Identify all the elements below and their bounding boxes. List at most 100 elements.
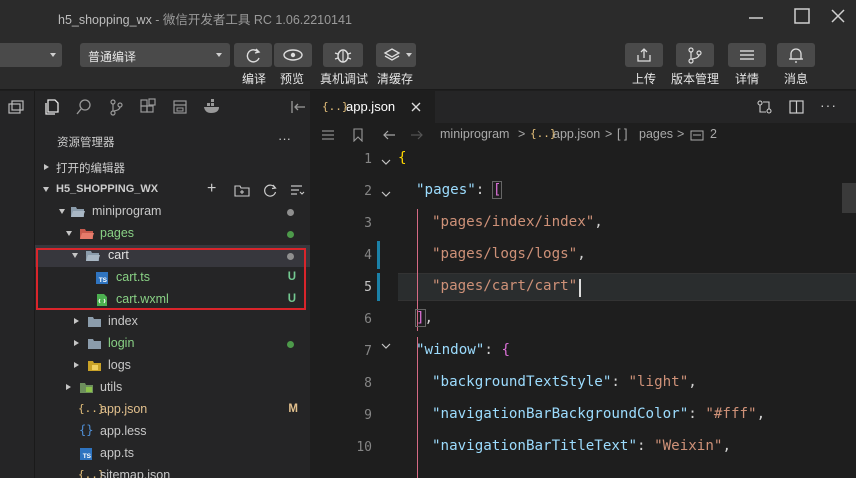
list-icon[interactable] bbox=[320, 128, 336, 142]
code-line-2[interactable]: "pages": [ bbox=[416, 181, 503, 199]
messages-label: 消息 bbox=[784, 72, 809, 86]
tab-app-json[interactable]: {..} app.json bbox=[310, 91, 435, 123]
tree-item-logs[interactable]: logs bbox=[35, 355, 310, 377]
messages-button[interactable] bbox=[777, 43, 815, 67]
collapse-all-icon[interactable] bbox=[289, 183, 305, 197]
tree-item-label: cart.ts bbox=[116, 270, 151, 284]
text-cursor bbox=[579, 279, 581, 297]
tree-item-login[interactable]: login bbox=[35, 333, 310, 355]
details-button[interactable] bbox=[728, 43, 766, 67]
minimize-button[interactable] bbox=[744, 6, 768, 28]
activity-icons bbox=[35, 91, 310, 123]
tree-item-app-json[interactable]: {..} app.json M bbox=[35, 399, 310, 421]
tree-item-miniprogram[interactable]: miniprogram bbox=[35, 201, 310, 223]
outline-icon[interactable] bbox=[171, 98, 189, 116]
more-actions-icon[interactable]: ··· bbox=[820, 97, 837, 113]
extensions-icon[interactable] bbox=[139, 98, 157, 116]
refresh-icon[interactable] bbox=[262, 182, 278, 198]
new-file-button[interactable]: + bbox=[207, 180, 216, 198]
line-number: 9 bbox=[364, 408, 372, 423]
arrow-left-icon[interactable] bbox=[382, 129, 396, 141]
window-icon[interactable] bbox=[6, 99, 26, 117]
fold-chevron-icon[interactable] bbox=[380, 341, 392, 351]
code-line-5[interactable]: "pages/cart/cart" bbox=[432, 278, 577, 294]
breadcrumb-separator: > bbox=[677, 127, 685, 141]
clear-cache-button[interactable] bbox=[376, 43, 416, 67]
version-button[interactable] bbox=[676, 43, 714, 67]
split-editor-icon[interactable] bbox=[788, 99, 806, 115]
open-editors-label: 打开的编辑器 bbox=[56, 163, 125, 175]
maximize-button[interactable] bbox=[790, 6, 814, 28]
close-window-button[interactable] bbox=[826, 6, 850, 28]
tree-item-cart-wxml[interactable]: cart.wxml U bbox=[35, 289, 310, 311]
project-section[interactable]: H5_SHOPPING_WX + bbox=[35, 179, 310, 201]
files-icon[interactable] bbox=[43, 98, 61, 116]
preview-button[interactable] bbox=[274, 43, 312, 67]
compare-changes-icon[interactable] bbox=[756, 99, 774, 115]
tree-item-index[interactable]: index bbox=[35, 311, 310, 333]
open-editors-section[interactable]: 打开的编辑器 bbox=[35, 157, 310, 179]
modified-gutter-marker bbox=[377, 241, 380, 269]
breadcrumb-index[interactable]: 2 bbox=[710, 127, 717, 141]
tree-item-sitemap-json[interactable]: {..} sitemap.json bbox=[35, 465, 310, 478]
code-line-9[interactable]: "navigationBarBackgroundColor": "#fff", bbox=[432, 406, 765, 422]
tree-item-cart-ts[interactable]: TS cart.ts U bbox=[35, 267, 310, 289]
new-folder-icon[interactable] bbox=[234, 183, 250, 197]
bookmark-icon[interactable] bbox=[352, 128, 364, 142]
tree-item-app-less[interactable]: {} app.less bbox=[35, 421, 310, 443]
upload-icon bbox=[637, 48, 651, 62]
folder-logs-icon bbox=[88, 361, 101, 371]
breadcrumb-file[interactable]: app.json bbox=[553, 127, 600, 141]
tree-item-label: cart bbox=[108, 248, 129, 262]
modified-badge: M bbox=[288, 403, 298, 415]
mode-select[interactable] bbox=[0, 43, 62, 67]
upload-button[interactable] bbox=[625, 43, 663, 67]
more-actions-button[interactable]: ··· bbox=[278, 131, 291, 146]
code-line-3[interactable]: "pages/index/index", bbox=[432, 214, 603, 230]
fold-chevron-icon[interactable] bbox=[380, 157, 392, 167]
code-line-8[interactable]: "backgroundTextStyle": "light", bbox=[432, 374, 697, 390]
compile-button[interactable] bbox=[234, 43, 272, 67]
docker-icon[interactable] bbox=[202, 98, 222, 116]
version-label: 版本管理 bbox=[671, 72, 720, 86]
code-line-6[interactable]: ], bbox=[415, 309, 433, 327]
chevron-down-icon bbox=[216, 53, 222, 57]
clear-cache-label: 清缓存 bbox=[377, 72, 414, 86]
colon: : bbox=[484, 342, 502, 358]
wechat-devtools-window: h5_shopping_wx - 微信开发者工具 RC 1.06.2210141… bbox=[0, 0, 856, 478]
simulator-strip bbox=[0, 91, 35, 478]
breadcrumb-folder[interactable]: miniprogram bbox=[440, 127, 509, 141]
tree-item-label: app.json bbox=[100, 402, 148, 416]
close-tab-icon[interactable] bbox=[410, 101, 422, 113]
compile-mode-select[interactable]: 普通编译 bbox=[80, 43, 230, 67]
tree-item-label: app.ts bbox=[100, 446, 135, 460]
line-number: 6 bbox=[364, 312, 372, 327]
chevron-right-icon bbox=[74, 340, 79, 346]
status-dot bbox=[287, 253, 294, 260]
tree-item-utils[interactable]: utils bbox=[35, 377, 310, 399]
code-line-4[interactable]: "pages/logs/logs", bbox=[432, 246, 586, 262]
vertical-scrollbar[interactable] bbox=[842, 183, 856, 213]
code-line-1[interactable]: { bbox=[398, 150, 407, 166]
tree-item-pages[interactable]: pages bbox=[35, 223, 310, 245]
tree-item-cart[interactable]: cart bbox=[35, 245, 310, 267]
breadcrumb-key[interactable]: pages bbox=[639, 127, 673, 141]
real-debug-button[interactable] bbox=[323, 43, 363, 67]
json-key: "navigationBarTitleText" bbox=[432, 438, 637, 454]
json-key: "pages" bbox=[416, 182, 476, 198]
chevron-right-icon bbox=[66, 384, 71, 390]
source-control-icon[interactable] bbox=[107, 98, 125, 116]
arrow-right-icon[interactable] bbox=[410, 129, 424, 141]
colon: : bbox=[475, 182, 493, 198]
line-number: 3 bbox=[364, 216, 372, 231]
code-line-7[interactable]: "window": { bbox=[416, 342, 510, 358]
collapse-panel-icon[interactable] bbox=[289, 99, 307, 115]
refresh-icon bbox=[246, 48, 261, 63]
search-icon[interactable] bbox=[75, 98, 93, 116]
tree-item-app-ts[interactable]: TS app.ts bbox=[35, 443, 310, 465]
fold-chevron-icon[interactable] bbox=[380, 189, 392, 199]
chevron-down-icon bbox=[72, 253, 78, 258]
upload-label: 上传 bbox=[632, 72, 657, 86]
typescript-icon: TS bbox=[96, 272, 108, 284]
code-line-10[interactable]: "navigationBarTitleText": "Weixin", bbox=[432, 438, 731, 454]
